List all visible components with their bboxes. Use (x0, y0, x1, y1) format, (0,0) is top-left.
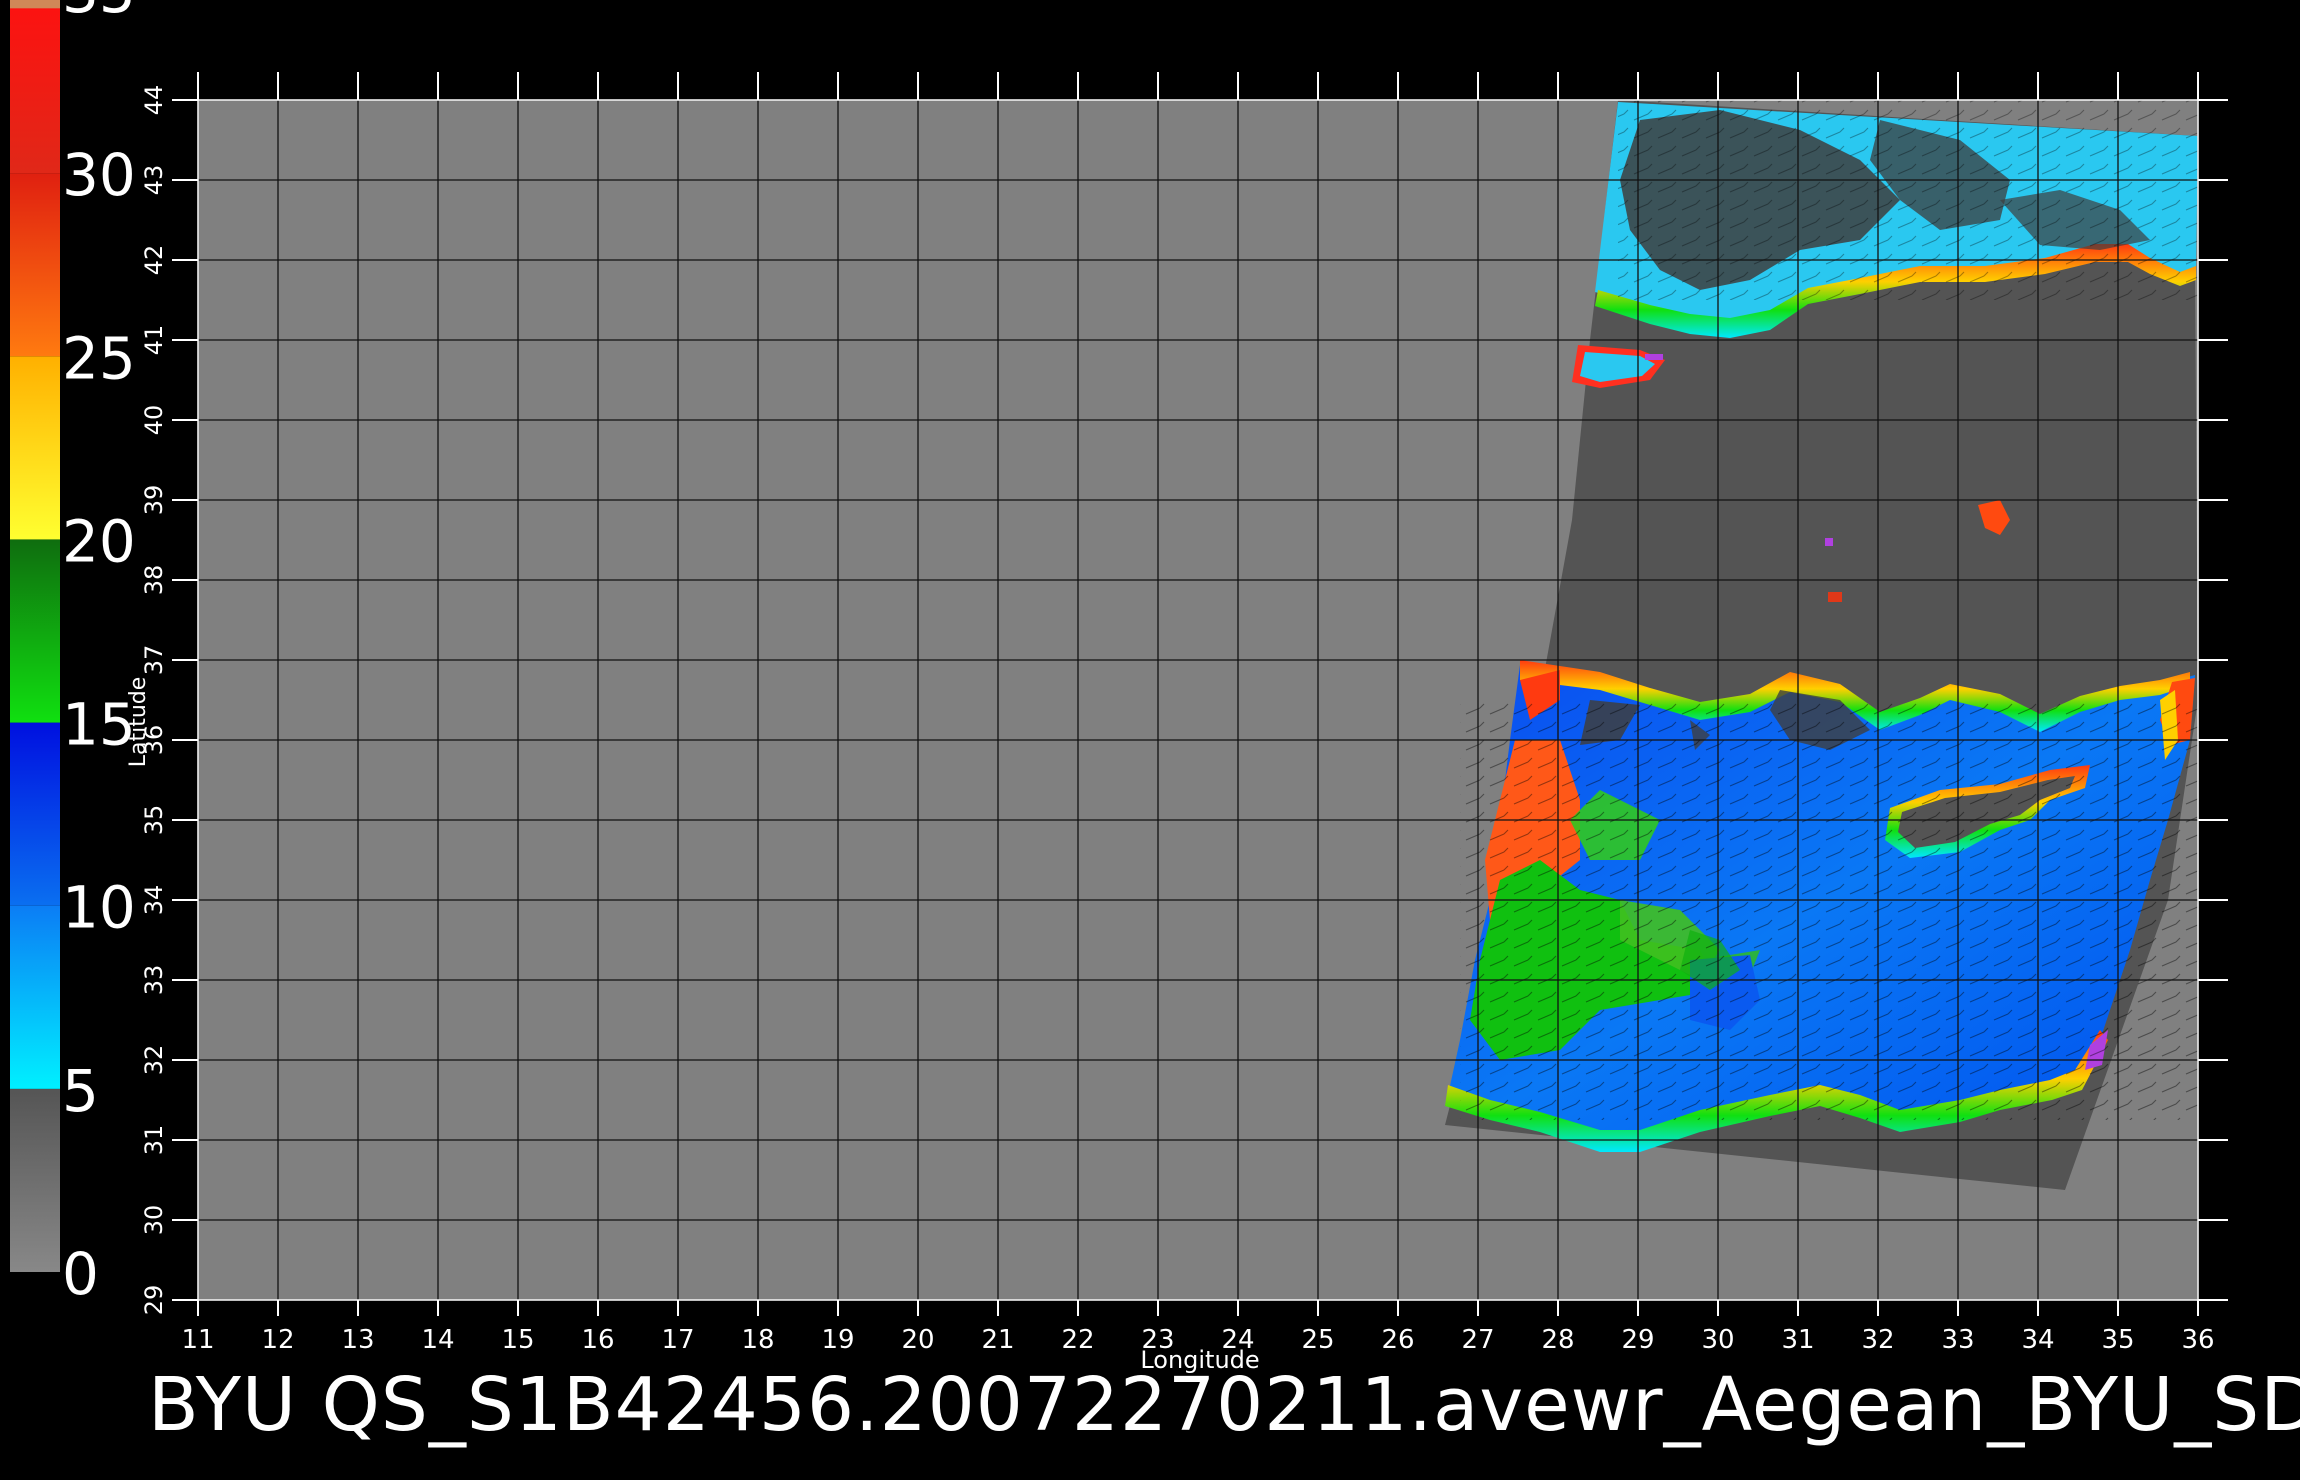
colorbar-label: 35 (62, 0, 136, 26)
colorbar-band (10, 539, 60, 723)
lon-tick-label: 22 (1061, 1325, 1094, 1355)
lat-tick-label: 43 (140, 165, 168, 196)
lake-feature-tiny (1825, 538, 1833, 546)
lon-tick-label: 25 (1301, 1325, 1334, 1355)
lon-tick-label: 36 (2181, 1325, 2214, 1355)
lon-tick-label: 34 (2021, 1325, 2054, 1355)
lat-tick-label: 29 (140, 1285, 168, 1316)
lat-tick-label: 34 (140, 885, 168, 916)
lon-tick-label: 20 (901, 1325, 934, 1355)
lon-tick-label: 28 (1541, 1325, 1574, 1355)
colorbar-band (10, 0, 60, 174)
colorbar-band (10, 1088, 60, 1272)
lon-tick-label: 16 (581, 1325, 614, 1355)
lat-tick-label: 39 (140, 485, 168, 516)
colorbar-label: 0 (62, 1240, 99, 1308)
lat-tick-label: 42 (140, 245, 168, 276)
lat-tick-label: 38 (140, 565, 168, 596)
lon-tick-label: 19 (821, 1325, 854, 1355)
footer-title: BYU QS_S1B42456.20072270211.avewr_Aegean… (148, 1362, 2300, 1448)
colorbar-label: 10 (62, 874, 136, 942)
lon-tick-label: 29 (1621, 1325, 1654, 1355)
colorbar-label: 20 (62, 507, 136, 575)
map-plot-area: 11 12 13 14 15 16 17 18 19 20 21 22 23 24 25 26 27 28 29 30… (140, 72, 2228, 1355)
lon-tick-label: 11 (181, 1325, 214, 1355)
lon-tick-label: 33 (1941, 1325, 1974, 1355)
lat-tick-label: 30 (140, 1205, 168, 1236)
lat-tick-label: 33 (140, 965, 168, 996)
lon-tick-label: 18 (741, 1325, 774, 1355)
lon-tick-label: 17 (661, 1325, 694, 1355)
lon-tick-label: 27 (1461, 1325, 1494, 1355)
colorbar-band (10, 356, 60, 540)
lat-tick-label: 32 (140, 1045, 168, 1076)
lon-tick-label: 30 (1701, 1325, 1734, 1355)
lat-tick-label: 40 (140, 405, 168, 436)
lon-tick-label: 13 (341, 1325, 374, 1355)
lat-tick-label: 31 (140, 1125, 168, 1156)
lon-tick-label: 12 (261, 1325, 294, 1355)
colorbar-label: 5 (62, 1057, 99, 1125)
colorbar-label: 30 (62, 141, 136, 209)
lon-tick-label: 32 (1861, 1325, 1894, 1355)
lat-tick-label: 37 (140, 645, 168, 676)
colorbar-legend: 35 30 25 20 15 10 5 0 (10, 0, 136, 1308)
wind-speed-map: 35 30 25 20 15 10 5 0 (10, 0, 2228, 1374)
colorbar-band (10, 173, 60, 357)
colorbar-band (10, 905, 60, 1089)
lon-tick-label: 35 (2101, 1325, 2134, 1355)
lon-tick-label: 15 (501, 1325, 534, 1355)
lon-tick-label: 26 (1381, 1325, 1414, 1355)
colorbar-label: 25 (62, 324, 136, 392)
lon-tick-label: 14 (421, 1325, 454, 1355)
y-axis-label: Latitude (126, 677, 151, 768)
colorbar-label: 15 (62, 691, 136, 759)
lake-feature-small (1828, 592, 1842, 602)
lat-tick-label: 35 (140, 805, 168, 836)
lon-tick-label: 31 (1781, 1325, 1814, 1355)
lat-tick-label: 44 (140, 85, 168, 116)
colorbar-band (10, 0, 60, 9)
lon-tick-label: 21 (981, 1325, 1014, 1355)
lat-tick-label: 41 (140, 325, 168, 356)
colorbar-band (10, 722, 60, 906)
